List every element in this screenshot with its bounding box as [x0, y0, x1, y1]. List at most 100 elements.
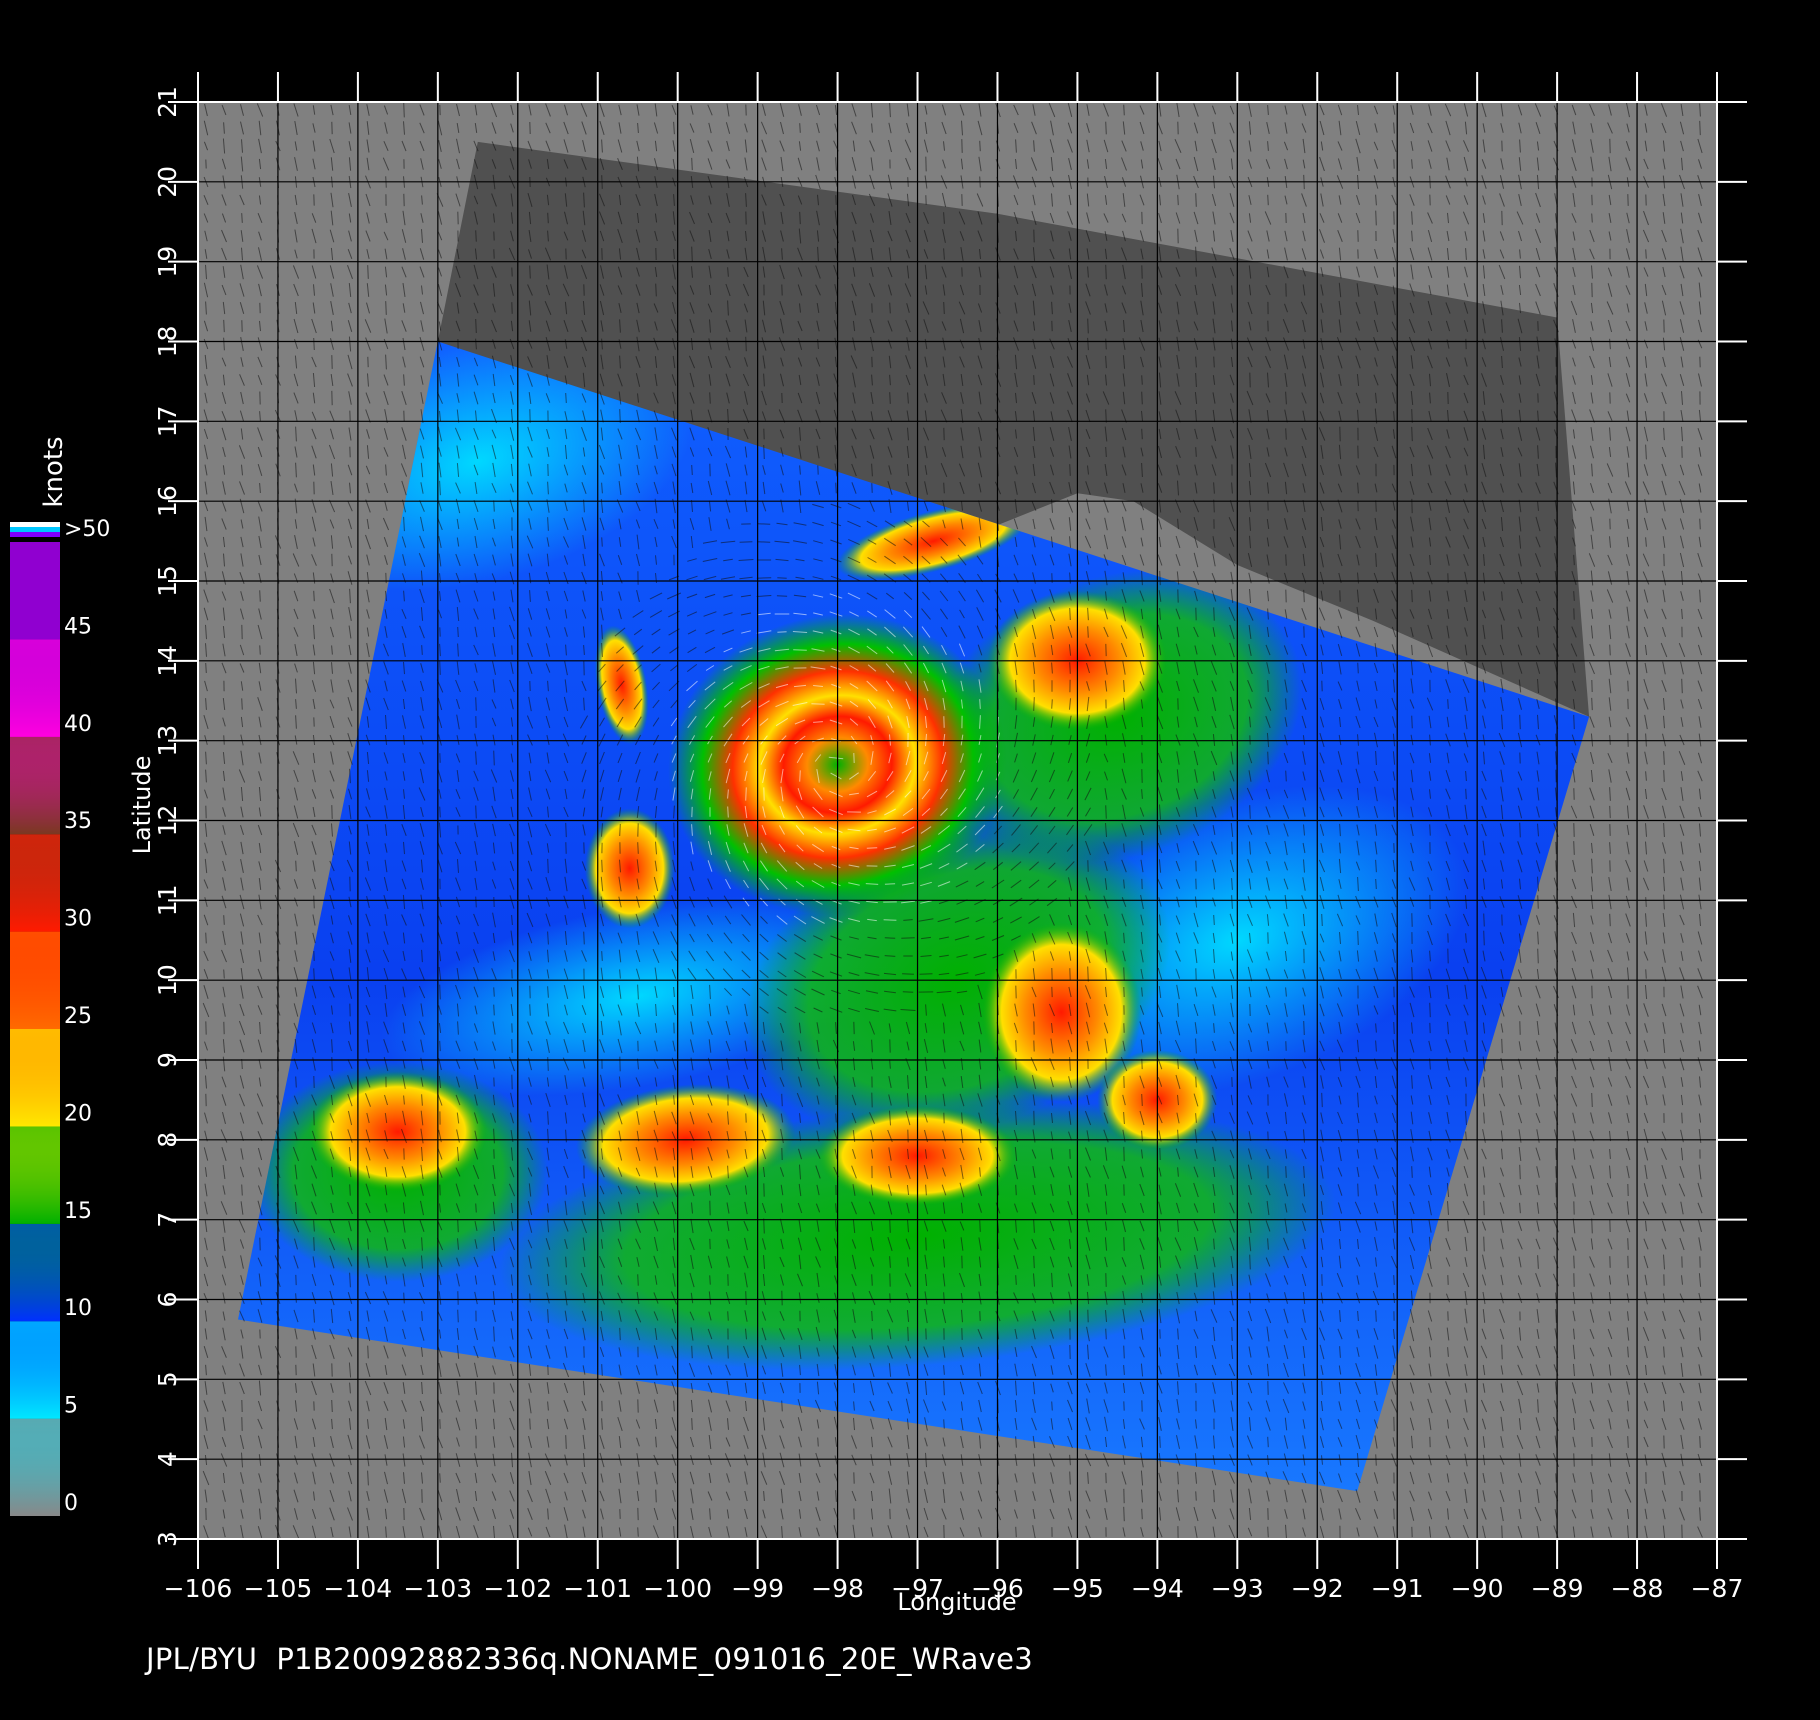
wind-vector: [902, 991, 914, 993]
wind-vector: [1195, 193, 1197, 207]
wind-vector: [1267, 751, 1269, 765]
wind-vector: [943, 482, 945, 494]
wind-vector: [1411, 967, 1413, 981]
wind-vector: [1645, 897, 1647, 907]
wind-vector: [1645, 969, 1647, 979]
wind-vector: [1555, 1147, 1557, 1161]
wind-vector: [1267, 680, 1269, 692]
wind-vector: [1141, 375, 1143, 385]
wind-vector: [1213, 914, 1215, 926]
wind-vector: [1069, 464, 1071, 476]
wind-vector: [1465, 788, 1467, 800]
wind-vector: [1303, 589, 1305, 603]
wind-vector: [637, 842, 639, 854]
wind-vector: [1087, 626, 1089, 638]
wind-vector: [1357, 662, 1359, 674]
wind-vector: [529, 1004, 531, 1016]
wind-vector: [601, 951, 603, 961]
wind-vector: [1123, 967, 1125, 981]
wind-vector: [979, 140, 981, 152]
wind-vector: [1411, 715, 1413, 729]
wind-vector: [205, 662, 207, 674]
wind-vector: [565, 392, 567, 404]
wind-vector: [1573, 714, 1575, 730]
wind-vector: [1609, 805, 1611, 819]
wind-vector: [529, 265, 531, 279]
wind-vector: [691, 246, 693, 262]
wind-vector: [1303, 1020, 1305, 1036]
wind-vector: [511, 645, 513, 655]
wind-vector: [205, 932, 207, 944]
wind-vector: [439, 806, 441, 818]
wind-vector: [1555, 860, 1557, 872]
wind-vector: [1375, 878, 1377, 890]
wind-vector: [1141, 752, 1143, 764]
wind-vector: [223, 319, 225, 333]
wind-vector: [1105, 805, 1107, 819]
wind-vector: [1681, 1112, 1683, 1124]
wind-vector: [1141, 428, 1143, 440]
wind-vector: [475, 230, 477, 242]
wind-vector: [439, 661, 441, 675]
wind-vector: [223, 915, 225, 925]
wind-vector: [1015, 1040, 1017, 1052]
wind-vector: [777, 577, 787, 579]
wind-vector: [799, 211, 801, 225]
wind-vector: [1609, 735, 1611, 745]
wind-vector: [1321, 913, 1323, 927]
wind-vector: [259, 645, 261, 655]
wind-vector: [745, 336, 747, 352]
wind-vector: [835, 482, 837, 494]
wind-vector: [493, 987, 495, 997]
wind-vector: [781, 1093, 783, 1107]
wind-vector: [619, 823, 621, 837]
wind-vector: [493, 1004, 495, 1016]
wind-vector: [1069, 607, 1071, 621]
wind-vector: [1627, 680, 1629, 692]
wind-vector: [367, 265, 369, 279]
wind-vector: [223, 735, 225, 745]
wind-vector: [439, 984, 441, 1000]
wind-vector: [1087, 966, 1089, 982]
wind-vector: [727, 806, 729, 818]
wind-vector: [1141, 1093, 1143, 1107]
wind-vector: [1105, 121, 1107, 135]
wind-vector: [601, 859, 603, 873]
wind-vector: [601, 1129, 603, 1143]
wind-vector: [1195, 1076, 1197, 1088]
wind-vector: [1123, 104, 1125, 116]
wind-vector: [493, 750, 495, 766]
wind-vector: [1033, 375, 1035, 385]
wind-vector: [295, 860, 297, 872]
wind-vector: [1645, 249, 1647, 259]
wind-vector: [1321, 1092, 1323, 1108]
wind-vector: [655, 283, 657, 297]
wind-vector: [1519, 822, 1521, 838]
wind-vector: [1285, 554, 1287, 566]
wind-vector: [1537, 895, 1539, 909]
wind-vector: [493, 500, 495, 512]
wind-vector: [1447, 699, 1449, 709]
wind-vector: [1357, 930, 1359, 946]
wind-vector: [1087, 318, 1089, 334]
wind-vector: [1195, 447, 1197, 457]
wind-vector: [1609, 644, 1611, 656]
wind-vector: [919, 973, 933, 975]
wind-vector: [259, 590, 261, 602]
wind-vector: [884, 937, 896, 939]
wind-vector: [1429, 824, 1431, 836]
wind-vector: [241, 213, 243, 223]
wind-vector: [1699, 518, 1701, 530]
wind-vector: [223, 969, 225, 979]
wind-vector: [1591, 697, 1593, 711]
wind-vector: [757, 523, 771, 525]
wind-vector: [889, 302, 891, 314]
wind-vector: [1105, 264, 1107, 280]
wind-vector: [439, 1040, 441, 1052]
wind-vector: [1267, 194, 1269, 206]
wind-vector: [1231, 841, 1233, 855]
wind-vector: [241, 698, 243, 710]
wind-vector: [745, 787, 747, 801]
wind-vector: [547, 858, 549, 874]
wind-vector: [547, 212, 549, 224]
